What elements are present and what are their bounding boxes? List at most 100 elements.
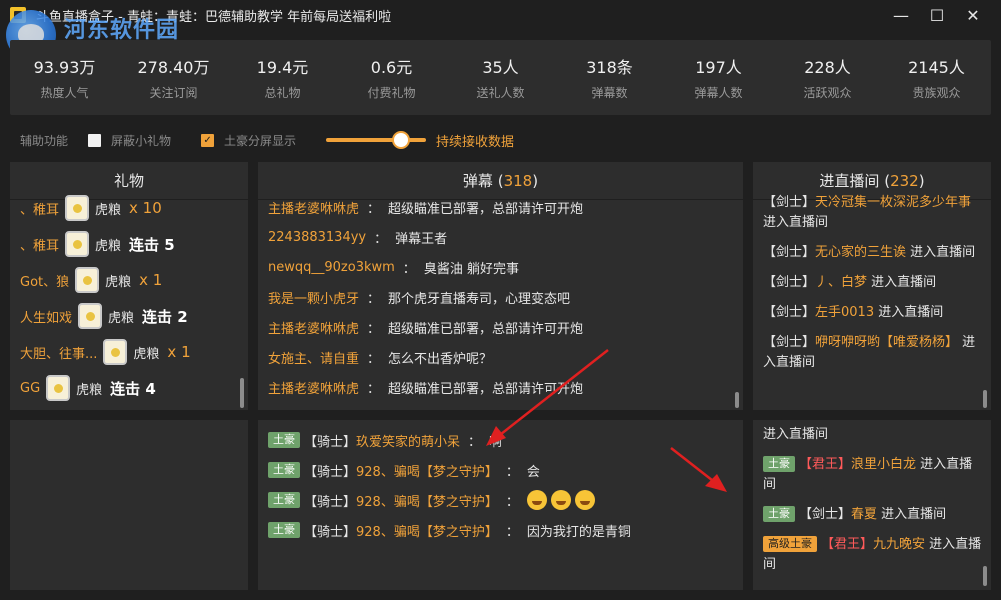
- tuhao-split-label[interactable]: 土豪分屏显示: [224, 132, 296, 149]
- laugh-emoji-icon: [526, 490, 547, 510]
- gift-user[interactable]: GG: [20, 381, 40, 396]
- danmu-sep: ：: [367, 381, 381, 397]
- stat-label: 总礼物: [264, 86, 301, 100]
- danmu-user[interactable]: 主播老婆咻咻虎: [268, 378, 359, 397]
- danmu-user[interactable]: 主播老婆咻咻虎: [268, 198, 359, 217]
- stat-noble-viewers: 2145人 贵族观众: [882, 40, 991, 115]
- enter-user[interactable]: 咿呀咿呀哟【唯爱杨杨】: [815, 335, 958, 350]
- close-button[interactable]: ✕: [955, 0, 991, 30]
- enter-user[interactable]: 天冷冠集一枚深泥多少年事: [815, 195, 971, 210]
- enter-user[interactable]: 浪里小白龙: [851, 457, 916, 472]
- enter-user[interactable]: 春夏: [851, 507, 877, 522]
- danmu-text: 怎么不出香炉呢？: [388, 351, 493, 367]
- danmu-user[interactable]: 主播老婆咻咻虎: [268, 318, 359, 337]
- list-item: 2243883134yy ： 弹幕王者: [268, 222, 738, 252]
- list-item: 土豪 【骑士】 玖爱笑家的萌小呆 ： 啊: [268, 425, 738, 455]
- slider-knob[interactable]: [392, 131, 411, 149]
- stat-paid-gift: 0.6元 付费礼物: [337, 40, 446, 115]
- list-item: 土豪 【骑士】 928、骗喝【梦之守护】 ：: [268, 485, 738, 515]
- danmu-user[interactable]: 我是一颗小虎牙: [268, 288, 359, 307]
- gift-user[interactable]: 、稚耳: [20, 235, 59, 254]
- stat-label: 关注订阅: [149, 86, 198, 100]
- gift-name: 虎粮: [95, 202, 122, 218]
- gift-name: 虎粮: [108, 310, 135, 326]
- list-item: 女施主、请自重 ： 怎么不出香炉呢？: [268, 342, 738, 372]
- list-item: 土豪 【剑士】春夏 进入直播间: [763, 500, 983, 530]
- danmu-sep: ：: [505, 464, 519, 480]
- title-bar: 斗鱼直播盒子 - 青蛙：青蛙：巴德辅助教学 年前每局送福利啦 — ☐ ✕: [0, 0, 1001, 30]
- tiger-food-icon: [46, 375, 71, 401]
- danmu-user[interactable]: newqq__90zo3kwm: [268, 260, 395, 275]
- stat-value: 19.4元: [256, 58, 309, 77]
- rank: 【骑士】: [304, 524, 357, 540]
- stat-popularity: 93.93万 热度人气: [10, 40, 119, 115]
- block-small-gift-checkbox[interactable]: [88, 133, 102, 147]
- enter-panel: 进直播间 (232) 【剑士】天冷冠集一枚深泥多少年事 进入直播间 【剑士】无心…: [753, 162, 991, 410]
- gift-count: x 10: [129, 199, 162, 217]
- danmu-panel: 弹幕 (318) 主播老婆咻咻虎：超级瞄准已部署，总部请许可开炮 2243883…: [258, 162, 743, 410]
- list-item: 主播老婆咻咻虎 ： 超级瞄准已部署，总部请许可开炮: [268, 372, 738, 402]
- enter-user[interactable]: 丿、白梦: [815, 275, 867, 290]
- enter-text: 进入直播间: [910, 245, 976, 260]
- stat-total-gift: 19.4元总礼物: [228, 40, 337, 115]
- gift-combo: 连击 4: [110, 379, 156, 398]
- rank: 【骑士】: [304, 464, 357, 480]
- app-icon: [10, 7, 26, 23]
- enter-tuhao-panel: 进入直播间 土豪 【君王】浪里小白龙 进入直播间 土豪 【剑士】春夏 进入直播间 高…: [753, 420, 991, 590]
- gift-user[interactable]: Got、狼: [20, 271, 69, 290]
- window-title: 斗鱼直播盒子 - 青蛙：青蛙：巴德辅助教学 年前每局送福利啦: [36, 9, 392, 25]
- gift-user[interactable]: 大胆、往事...: [20, 343, 97, 362]
- gift-scrollbar[interactable]: [240, 378, 244, 408]
- stat-label: 弹幕人数: [694, 86, 743, 100]
- maximize-button[interactable]: ☐: [919, 0, 955, 30]
- danmu-sep: ：: [505, 494, 519, 510]
- stat-followers: 278.40万 关注订阅: [119, 40, 228, 115]
- receive-slider[interactable]: [326, 131, 427, 149]
- list-item: 【剑士】丿、白梦 进入直播间: [763, 268, 983, 298]
- danmu-sep: ：: [367, 201, 381, 217]
- stat-label: 付费礼物: [367, 86, 416, 100]
- danmu-user[interactable]: 928、骗喝【梦之守护】: [356, 521, 498, 540]
- stat-danmu-count: 318条 弹幕数: [555, 40, 664, 115]
- minimize-button[interactable]: —: [883, 0, 919, 30]
- danmu-sep: ：: [468, 434, 482, 450]
- enter-user[interactable]: 左手0013: [815, 305, 874, 320]
- enter-user[interactable]: 无心家的三生诶: [815, 245, 906, 260]
- gift-user[interactable]: 、稚耳: [20, 199, 59, 218]
- tuhao-split-checkbox[interactable]: ✓: [201, 133, 215, 147]
- continuous-receive-label[interactable]: 持续接收数据: [436, 131, 514, 150]
- danmu-user[interactable]: 928、骗喝【梦之守护】: [356, 491, 498, 510]
- stat-label: 活跃观众: [803, 86, 852, 100]
- danmu-user[interactable]: 928、骗喝【梦之守护】: [356, 461, 498, 480]
- gift-user[interactable]: 人生如戏: [20, 307, 72, 326]
- enter-text: 进入直播间: [878, 305, 944, 320]
- list-item: 【剑士】无心家的三生诶 进入直播间: [763, 238, 983, 268]
- slider-track: [326, 138, 427, 142]
- list-item: 我是一颗小虎牙 ： 那个虎牙直播寿司，心理变态吧: [268, 282, 738, 312]
- enter-user[interactable]: 九九晚安: [873, 537, 925, 552]
- rank: 【剑士】: [763, 305, 816, 320]
- danmu-user[interactable]: 玖爱笑家的萌小呆: [356, 431, 460, 450]
- danmu-text: 超级瞄准已部署，总部请许可开炮: [388, 321, 584, 337]
- enter-scrollbar[interactable]: [983, 390, 987, 408]
- list-item: 【剑士】咿呀咿呀哟【唯爱杨杨】 进入直播间: [763, 328, 983, 378]
- tiger-food-icon: [103, 339, 128, 365]
- stat-active-viewers: 228人 活跃观众: [773, 40, 882, 115]
- danmu-user[interactable]: 2243883134yy: [268, 230, 366, 245]
- danmu-user[interactable]: 女施主、请自重: [268, 348, 359, 367]
- block-small-gift-label[interactable]: 屏蔽小礼物: [111, 132, 171, 149]
- enter-count: 232: [890, 171, 919, 190]
- danmu-text: 弹幕王者: [395, 231, 448, 247]
- gift-combo: 连击 5: [129, 235, 175, 254]
- enter-text: 进入直播间: [871, 275, 937, 290]
- enter-tuhao-scrollbar[interactable]: [983, 566, 987, 586]
- gift-tuhao-panel: [10, 420, 248, 590]
- danmu-sep: ：: [374, 231, 388, 247]
- danmu-scrollbar[interactable]: [735, 392, 739, 408]
- rank: 【骑士】: [304, 434, 357, 450]
- gift-count: x 1: [167, 343, 191, 361]
- enter-list: 【剑士】 天冷冠集一枚深泥多少年事 进入直播间 【剑士】无心家的三生诶 进入直播间…: [763, 188, 983, 378]
- rank: 【君王】: [799, 457, 852, 472]
- assist-label: 辅助功能: [20, 133, 69, 148]
- rank: 【剑士】: [799, 507, 852, 522]
